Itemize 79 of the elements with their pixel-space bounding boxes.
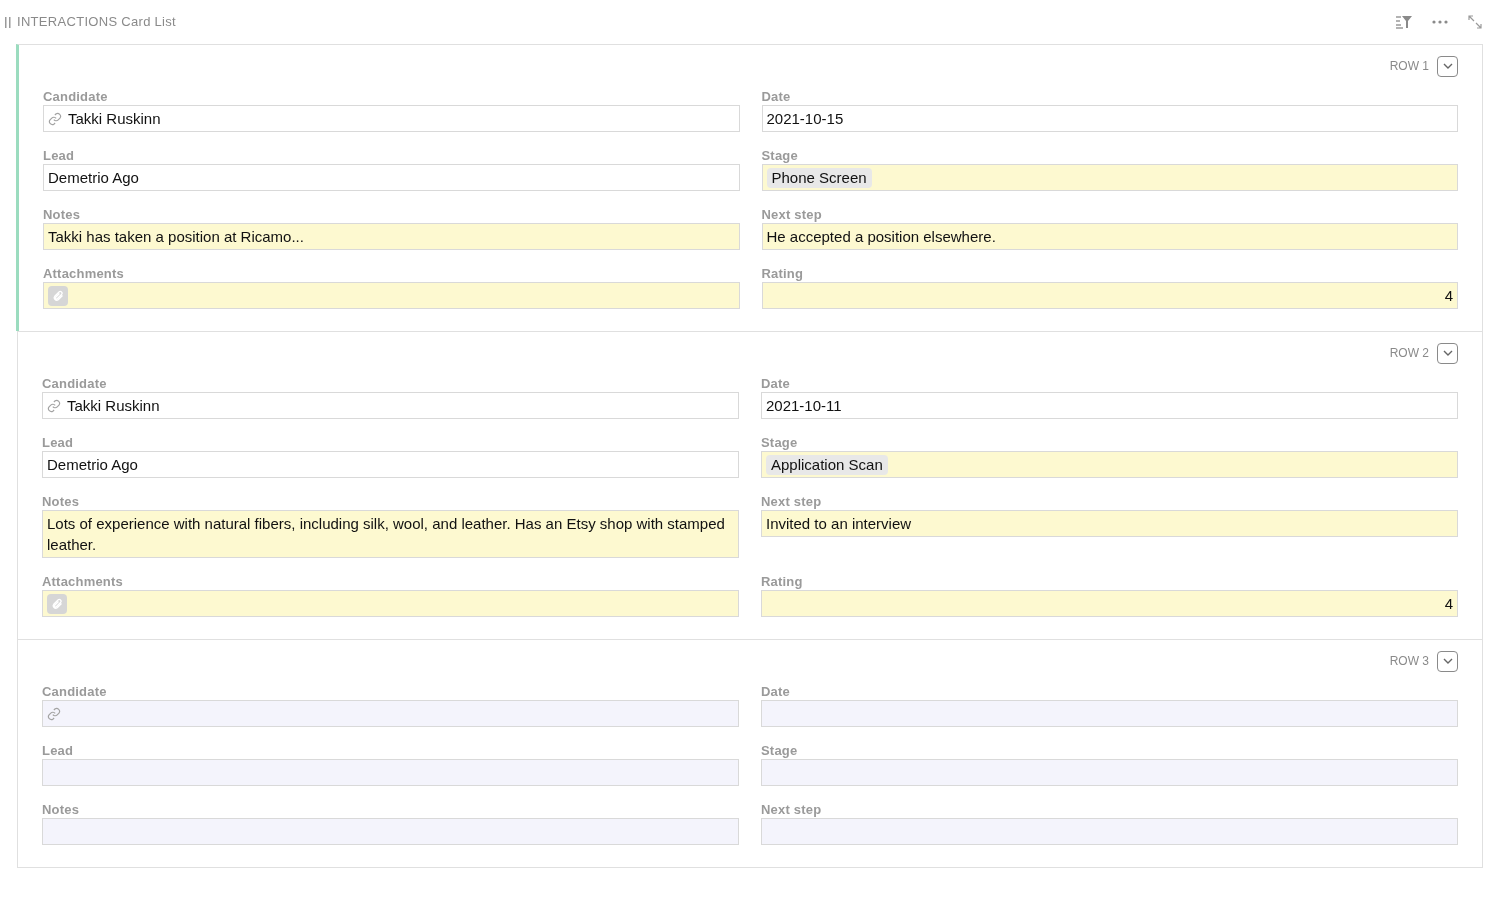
paperclip-icon [52,289,64,302]
input-field[interactable]: Lots of experience with natural fibers, including silk, wool, and leather. Has an Etsy shop with stamped leather. [42,510,739,558]
input-field[interactable]: Demetrio Ago [42,451,739,478]
field-label: Lead [43,148,76,164]
field-label: Candidate [42,376,108,392]
input-field[interactable]: 4 [761,590,1458,617]
field-label: Stage [761,743,799,759]
field-value: 2021-10-15 [766,109,844,129]
field-label: Attachments [43,266,125,282]
chevron-down-icon [1442,350,1453,356]
field-label: Lead [42,743,75,759]
expand-icon[interactable] [1468,15,1482,29]
input-field[interactable]: Takki Ruskinn [43,105,740,132]
stage-chip: Application Scan [766,454,888,475]
field-value: Demetrio Ago [48,168,139,188]
field-value: 4 [1444,594,1453,614]
sort-filter-icon[interactable] [1396,15,1412,29]
field-label: Stage [761,148,799,164]
field-label: Notes [42,494,81,510]
field-label: Stage [761,435,799,451]
input-field[interactable] [761,700,1458,727]
attachment-button[interactable] [47,593,67,614]
field-value: Takki has taken a position at Ricamo... [48,227,304,247]
input-field[interactable]: Takki Ruskinn [42,392,739,419]
field-label: Notes [43,207,82,223]
link-icon [47,706,61,721]
row-label: ROW 3 [1389,653,1429,670]
attachment-button[interactable] [48,285,68,306]
row-label: ROW 1 [1389,58,1429,75]
field-label: Rating [761,574,804,590]
input-field[interactable]: Phone Screen [761,164,1458,191]
field-label: Next step [761,207,823,223]
field-label: Rating [761,266,805,282]
field-value: 4 [1444,286,1453,306]
input-field[interactable] [761,818,1458,845]
expand-row-button[interactable] [1437,342,1458,364]
field-label: Candidate [43,89,109,105]
section-title: INTERACTIONS Card List [17,13,176,32]
field-label: Lead [42,435,75,451]
link-icon [48,111,62,126]
expand-row-button[interactable] [1437,55,1458,77]
drag-handle-icon[interactable] [5,16,11,28]
link-icon [47,398,61,413]
chevron-down-icon [1442,63,1453,69]
input-field[interactable]: 2021-10-15 [761,105,1458,132]
field-label: Next step [761,494,823,510]
input-field[interactable] [761,759,1458,786]
field-label: Date [761,684,791,700]
input-field[interactable]: Application Scan [761,451,1458,478]
field-value: Takki Ruskinn [67,396,160,416]
field-value: 2021-10-11 [766,396,842,416]
input-field[interactable]: Takki has taken a position at Ricamo... [43,223,740,250]
field-label: Date [761,89,792,105]
input-field[interactable] [42,590,739,617]
chevron-down-icon [1442,658,1453,664]
field-label: Candidate [42,684,108,700]
field-label: Next step [761,802,823,818]
input-field[interactable] [42,818,739,845]
input-field[interactable] [43,282,740,309]
input-field[interactable] [42,759,739,786]
field-value: Lots of experience with natural fibers, including silk, wool, and leather. Has an Etsy shop with stamped leather. [47,514,726,555]
input-field[interactable]: He accepted a position elsewhere. [761,223,1458,250]
more-options-icon[interactable] [1432,20,1448,24]
paperclip-icon [51,597,63,610]
input-field[interactable]: Invited to an interview [761,510,1458,537]
row-label: ROW 2 [1389,345,1429,362]
field-value: He accepted a position elsewhere. [766,227,996,247]
field-label: Date [761,376,791,392]
input-field[interactable] [42,700,739,727]
input-field[interactable]: 2021-10-11 [761,392,1458,419]
field-value: Takki Ruskinn [68,109,161,129]
expand-row-button[interactable] [1437,650,1458,672]
field-value: Invited to an interview [766,514,912,534]
stage-chip: Phone Screen [766,167,872,188]
field-value: Demetrio Ago [47,455,138,475]
field-label: Attachments [42,574,124,590]
input-field[interactable]: 4 [761,282,1458,309]
input-field[interactable]: Demetrio Ago [43,164,740,191]
field-label: Notes [42,802,81,818]
